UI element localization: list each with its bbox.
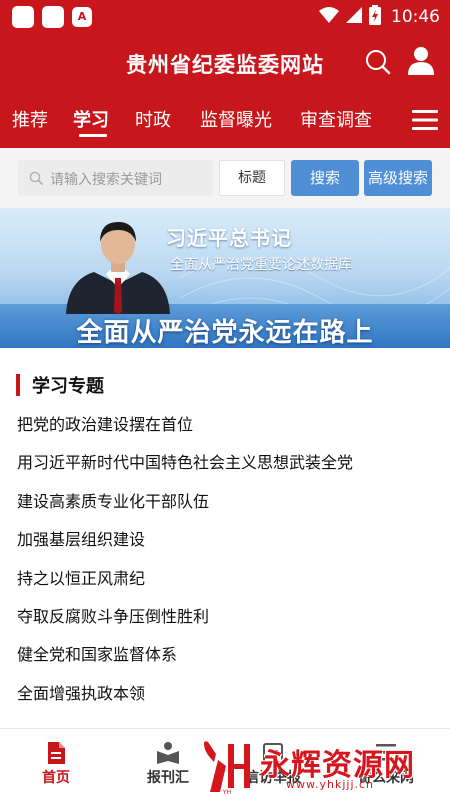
section-accent-bar: [16, 374, 20, 396]
topic-item[interactable]: 加强基层组织建设: [17, 529, 437, 567]
status-bar: A 10:46: [0, 0, 450, 34]
search-input[interactable]: 请输入搜索关键词: [18, 160, 213, 196]
banner-slogan: 全面从严治党永远在路上: [76, 318, 374, 348]
banner[interactable]: 习近平总书记 全面从严治党重要论述数据库 全面从严治党永远在路上: [0, 208, 450, 348]
banner-subtitle: 全面从严治党重要论述数据库: [170, 257, 352, 273]
search-field-select[interactable]: 标题: [219, 160, 285, 196]
watermark-url: www.yhkjjj.cn: [286, 778, 375, 791]
app-icon: [12, 6, 34, 28]
topic-item[interactable]: 全面增强执政本领: [17, 683, 437, 721]
banner-title: 习近平总书记: [166, 226, 292, 250]
app-header: A 10:46 贵州省纪委监委网站 推荐 学习 时政 监督曝光 审查调查: [0, 0, 450, 148]
tab-study[interactable]: 学习: [73, 106, 109, 132]
tab-supervision-exposure[interactable]: 监督曝光: [200, 106, 272, 132]
wifi-icon: [319, 6, 339, 28]
active-tab-indicator: [79, 134, 107, 137]
topic-item[interactable]: 持之以恒正风肃纪: [17, 568, 437, 606]
watermark-logo-text: YH: [222, 789, 231, 796]
menu-button[interactable]: [404, 104, 446, 138]
status-indicators: 10:46: [319, 4, 440, 30]
section-title: 学习专题: [32, 376, 104, 397]
search-bar: 请输入搜索关键词 标题 搜索 高级搜索: [0, 148, 450, 208]
search-button[interactable]: 搜索: [291, 160, 359, 196]
topic-item[interactable]: 健全党和国家监督体系: [17, 644, 437, 682]
tab-investigation[interactable]: 审查调查: [300, 106, 372, 132]
watermark: YH 永辉资源网 www.yhkjjj.cn: [200, 736, 450, 800]
a-icon: A: [72, 7, 92, 27]
search-icon: [364, 50, 392, 80]
topic-item[interactable]: 把党的政治建设摆在首位: [17, 414, 437, 452]
title-row: 贵州省纪委监委网站: [0, 38, 450, 86]
tab-current-affairs[interactable]: 时政: [135, 106, 171, 132]
status-time: 10:46: [391, 7, 440, 27]
portrait-image: [66, 222, 170, 314]
topic-item[interactable]: 用习近平新时代中国特色社会主义思想武装全党: [17, 452, 437, 490]
topic-item[interactable]: 建设高素质专业化干部队伍: [17, 491, 437, 529]
topic-list: 把党的政治建设摆在首位 用习近平新时代中国特色社会主义思想武装全党 建设高素质专…: [17, 414, 437, 721]
bottom-nav-home[interactable]: 首页: [11, 729, 101, 800]
signal-icon: [345, 6, 363, 28]
search-placeholder: 请输入搜索关键词: [50, 172, 162, 188]
user-icon: [407, 47, 435, 80]
bottom-nav-label: 首页: [42, 770, 70, 786]
header-search-button[interactable]: [364, 48, 392, 76]
app-icon: [42, 6, 64, 28]
topic-item[interactable]: 夺取反腐败斗争压倒性胜利: [17, 606, 437, 644]
battery-charging-icon: [369, 5, 381, 29]
watermark-logo: YH: [204, 741, 250, 796]
user-profile-button[interactable]: [407, 46, 435, 76]
category-tabs: 推荐 学习 时政 监督曝光 审查调查: [0, 92, 450, 146]
advanced-search-button[interactable]: 高级搜索: [364, 160, 432, 196]
tab-recommend[interactable]: 推荐: [12, 106, 48, 132]
